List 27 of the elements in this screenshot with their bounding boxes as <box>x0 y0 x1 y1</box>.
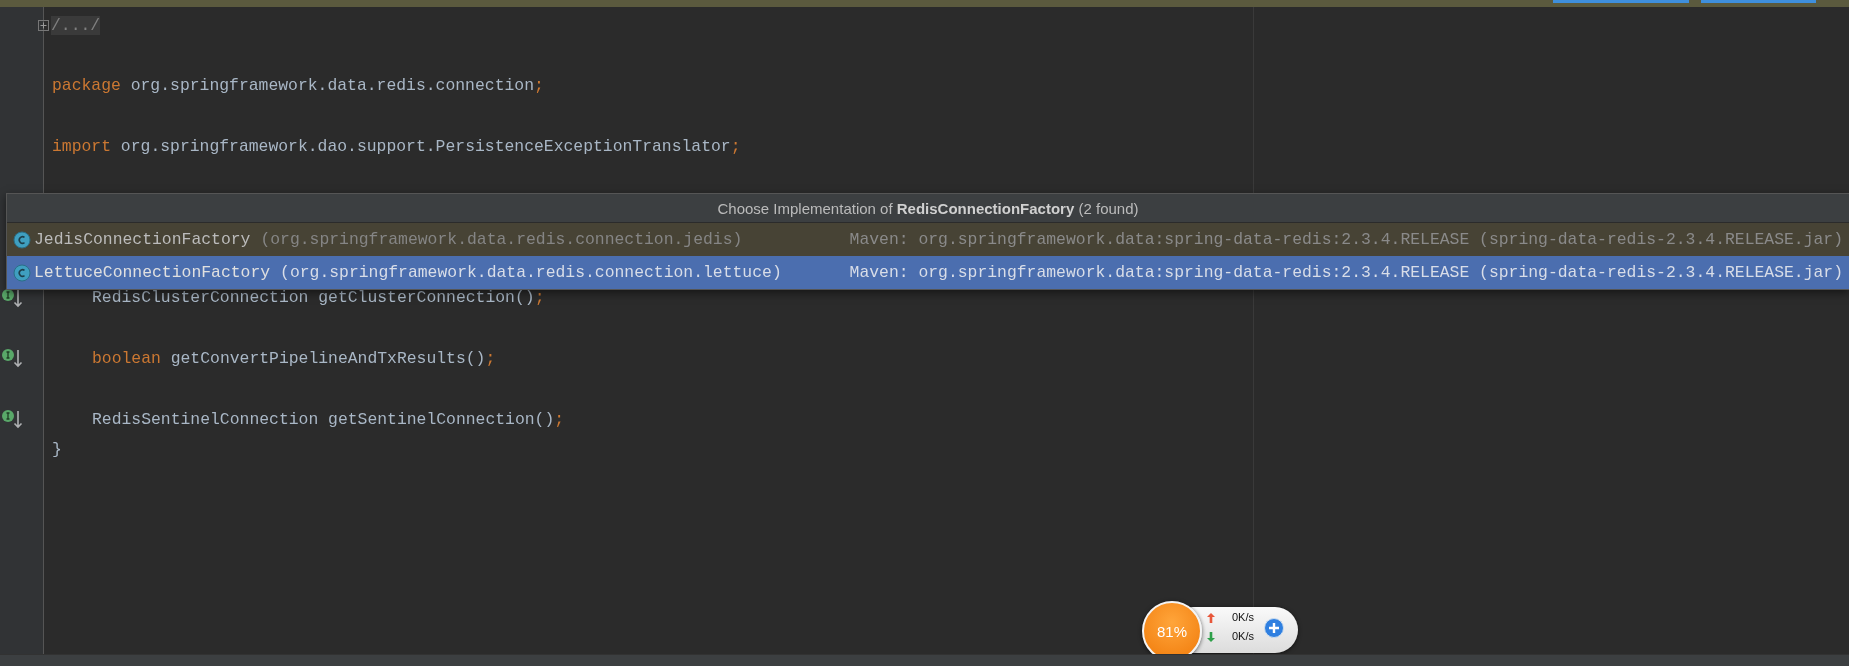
class-icon <box>13 230 31 249</box>
code-line: package org.springframework.data.redis.connection; <box>52 76 544 96</box>
code-line: boolean getConvertPipelineAndTxResults(); <box>92 348 496 368</box>
code-line: } <box>52 439 62 459</box>
package-name: (org.springframework.data.redis.connection.lettuce) <box>280 263 782 282</box>
class-icon <box>13 263 31 282</box>
upload-arrow-icon <box>1207 613 1215 623</box>
download-speed: 0K/s <box>1232 630 1254 642</box>
download-arrow-icon <box>1207 632 1215 642</box>
library-name: Maven: org.springframework.data:spring-data-redis:2.3.4.RELEASE (spring-data-redis-2.3.4.RELEASE.jar) <box>849 263 1843 282</box>
plus-icon[interactable] <box>1264 618 1284 638</box>
code-line: RedisSentinelConnection getSentinelConnection(); <box>92 409 565 429</box>
class-name: LettuceConnectionFactory <box>34 263 271 282</box>
code-line: RedisClusterConnection getClusterConnection(); <box>92 288 545 308</box>
implementation-item[interactable]: LettuceConnectionFactory (org.springframework.data.redis.connection.lettuce) Maven: org.springframework.data:spring-data-redis:2.3.4.RELEASE (spring-data-redis-2.3.4.RELEASE.jar) <box>7 256 1849 289</box>
package-name: (org.springframework.data.redis.connection.jedis) <box>260 230 743 249</box>
class-name: JedisConnectionFactory <box>34 230 251 249</box>
expand-icon[interactable] <box>38 19 49 31</box>
code-line: import org.springframework.dao.support.PersistenceExceptionTranslator; <box>52 136 741 156</box>
popup-title: Choose Implementation of RedisConnectionFactory (2 found) <box>717 199 1139 217</box>
library-name: Maven: org.springframework.data:spring-data-redis:2.3.4.RELEASE (spring-data-redis-2.3.4.RELEASE.jar) <box>849 230 1843 249</box>
folded-code[interactable]: /.../ <box>51 15 101 35</box>
upload-speed: 0K/s <box>1232 611 1254 623</box>
implementation-item[interactable]: JedisConnectionFactory (org.springframework.data.redis.connection.jedis) Maven: org.springframework.data:spring-data-redis:2.3.4.RELEASE (spring-data-redis-2.3.4.RELEASE.jar) <box>7 223 1849 256</box>
implemented-marker-icon[interactable] <box>1 408 23 430</box>
memory-usage-ball[interactable]: 81% <box>1142 601 1202 654</box>
implemented-marker-icon[interactable] <box>1 347 23 370</box>
